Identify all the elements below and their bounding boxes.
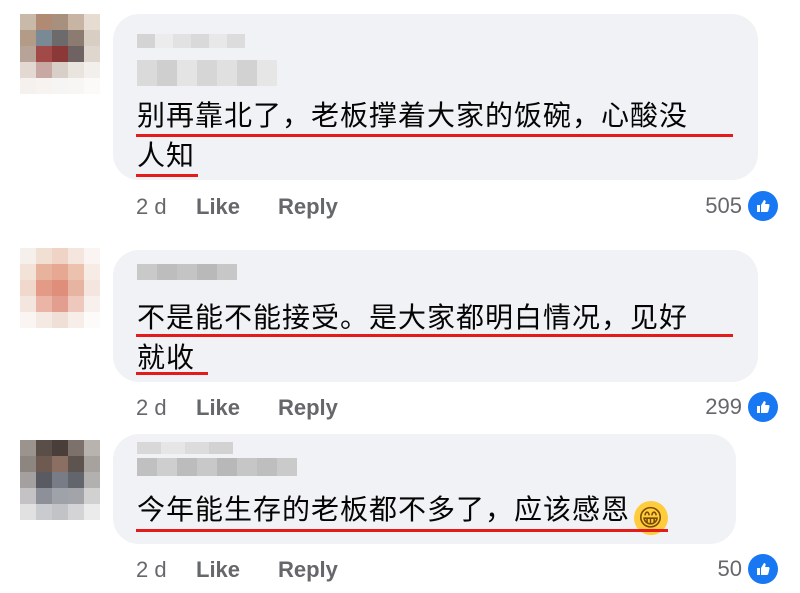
timestamp[interactable]: 2 d (136, 395, 196, 421)
blurred-author-subtitle (137, 458, 297, 476)
timestamp[interactable]: 2 d (136, 194, 196, 220)
red-underline (136, 529, 668, 532)
reply-button[interactable]: Reply (278, 194, 338, 220)
reaction-summary[interactable]: 50 (718, 554, 778, 584)
reply-button[interactable]: Reply (278, 557, 338, 583)
comment-text-line: 不是能不能接受。是大家都明白情况，见好 (137, 301, 689, 334)
like-button[interactable]: Like (196, 395, 278, 421)
red-underline (136, 174, 198, 177)
comment-text-line: 人知 (137, 139, 196, 172)
thumbs-up-icon (748, 191, 778, 221)
red-underline (136, 334, 733, 337)
blurred-author-name[interactable] (137, 442, 233, 454)
avatar[interactable] (20, 248, 100, 328)
reaction-summary[interactable]: 299 (705, 392, 778, 422)
thumbs-up-icon (748, 392, 778, 422)
avatar[interactable] (20, 14, 100, 94)
blurred-author-name[interactable] (137, 34, 245, 48)
red-underline (136, 134, 733, 137)
comment-actions: 2 d Like Reply (136, 194, 338, 220)
blurred-author-name[interactable] (137, 264, 237, 280)
comment-text-line: 别再靠北了，老板撑着大家的饭碗，心酸没 (137, 99, 689, 132)
red-underline (136, 372, 208, 375)
comment-bubble: 别再靠北了，老板撑着大家的饭碗，心酸没 人知 (113, 14, 758, 180)
reply-button[interactable]: Reply (278, 395, 338, 421)
comment-bubble: 今年能生存的老板都不多了，应该感恩 😁 (113, 434, 736, 544)
like-count: 299 (705, 394, 742, 419)
timestamp[interactable]: 2 d (136, 557, 196, 583)
like-count: 505 (705, 193, 742, 218)
comment-actions: 2 d Like Reply (136, 395, 338, 421)
like-count: 50 (717, 556, 742, 581)
comment-actions: 2 d Like Reply (136, 557, 338, 583)
blurred-author-subtitle (137, 60, 277, 86)
reaction-summary[interactable]: 505 (705, 191, 778, 221)
like-button[interactable]: Like (196, 557, 278, 583)
thumbs-up-icon (748, 554, 778, 584)
like-button[interactable]: Like (196, 194, 278, 220)
comment-text-line: 今年能生存的老板都不多了，应该感恩 (137, 493, 631, 526)
comment-text-line: 就收 (137, 341, 196, 374)
avatar[interactable] (20, 440, 100, 520)
comment-text: 不是能不能接受。是大家都明白情况，见好 就收 (137, 298, 747, 378)
comment-bubble: 不是能不能接受。是大家都明白情况，见好 就收 (113, 250, 758, 382)
